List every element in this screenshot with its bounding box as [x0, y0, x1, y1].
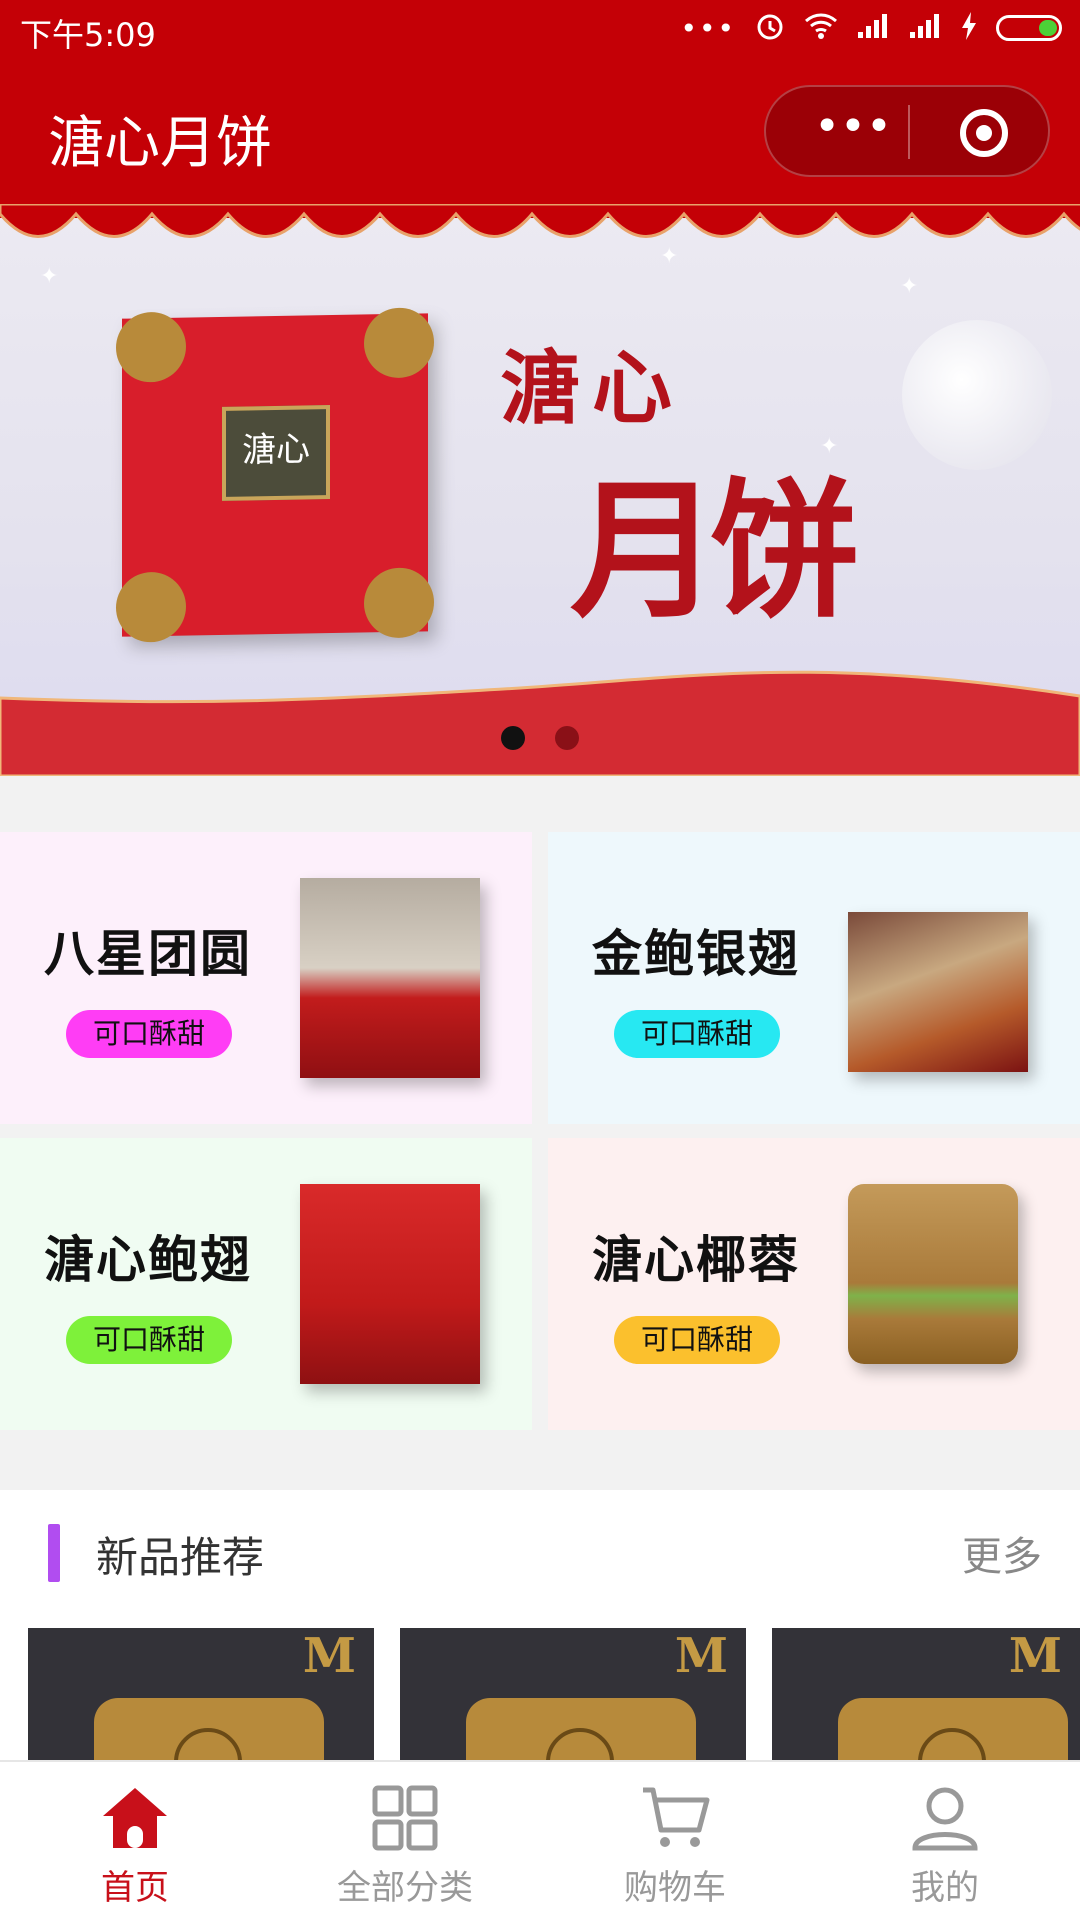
box-corner-decoration	[364, 307, 434, 379]
category-name: 溏心椰蓉	[592, 1231, 800, 1289]
product-box-image	[848, 912, 1028, 1072]
bottom-tab-bar: 首页 全部分类 购物车 我的	[0, 1760, 1080, 1922]
product-thumbnail[interactable]: M	[28, 1628, 374, 1760]
box-corner-decoration	[364, 567, 434, 639]
category-name: 金鲍银翅	[592, 925, 800, 983]
page-title: 溏心月饼	[48, 111, 272, 176]
category-card[interactable]: 溏心椰蓉 可口酥甜	[548, 1138, 1080, 1430]
section-title: 新品推荐	[96, 1533, 265, 1582]
category-name: 溏心鲍翅	[44, 1231, 252, 1289]
box-label: 溏心	[222, 405, 330, 501]
carousel-dot-active[interactable]	[501, 726, 526, 750]
moon-decoration	[902, 320, 1052, 470]
banner-carousel[interactable]: ✦ ✦ ✦ ✦ 溏心 溏心 月饼	[0, 204, 1080, 776]
user-icon	[912, 1787, 978, 1851]
box-corner-decoration	[116, 571, 186, 643]
thumb-decoration: M	[1008, 1628, 1062, 1684]
miniprogram-capsule: •••	[764, 85, 1050, 177]
tab-categories[interactable]: 全部分类	[270, 1762, 540, 1922]
tab-label: 我的	[911, 1868, 979, 1908]
alarm-icon	[754, 10, 786, 46]
signal-icon	[856, 12, 890, 44]
wifi-icon	[804, 12, 838, 44]
star-decoration: ✦	[660, 244, 679, 269]
carousel-dot[interactable]	[554, 726, 579, 750]
home-icon	[103, 1788, 167, 1848]
product-box-image	[848, 1184, 1018, 1364]
grid-icon	[372, 1785, 438, 1851]
category-card[interactable]: 八星团圆 可口酥甜	[0, 832, 532, 1124]
tab-label: 全部分类	[337, 1868, 473, 1908]
category-tag: 可口酥甜	[66, 1010, 232, 1058]
banner-wave	[0, 670, 1080, 776]
status-icons: •••	[680, 10, 1062, 46]
capsule-divider	[908, 105, 910, 159]
tab-label: 购物车	[624, 1868, 726, 1908]
tab-profile[interactable]: 我的	[810, 1762, 1080, 1922]
charging-icon	[960, 12, 978, 44]
new-products-section: 新品推荐 更多 M M M	[0, 1490, 1080, 1760]
category-tag: 可口酥甜	[614, 1010, 780, 1058]
cart-icon	[643, 1787, 710, 1847]
category-card[interactable]: 溏心鲍翅 可口酥甜	[0, 1138, 532, 1430]
product-thumbnail[interactable]: M	[400, 1628, 746, 1760]
product-box-image	[300, 878, 480, 1078]
signal-icon-2	[908, 12, 942, 44]
banner-giftbox-image: 溏心	[116, 307, 434, 643]
box-corner-decoration	[116, 311, 186, 383]
category-card[interactable]: 金鲍银翅 可口酥甜	[548, 832, 1080, 1124]
star-decoration: ✦	[40, 264, 59, 289]
banner-calligraphy: 溏心 月饼	[500, 324, 860, 647]
section-accent-bar	[48, 1524, 60, 1582]
carousel-indicator	[0, 726, 1080, 754]
tab-label: 首页	[101, 1868, 169, 1908]
star-decoration: ✦	[900, 274, 919, 299]
category-name: 八星团圆	[44, 925, 252, 983]
calligraphy-line1: 溏心	[500, 341, 684, 435]
more-link[interactable]: 更多	[962, 1524, 1042, 1582]
category-grid: 八星团圆 可口酥甜 金鲍银翅 可口酥甜 溏心鲍翅 可口酥甜 溏心椰蓉 可口酥甜	[0, 832, 1080, 1430]
category-tag: 可口酥甜	[614, 1316, 780, 1364]
mooncake-tin-image	[94, 1698, 324, 1760]
more-menu-icon[interactable]: •••	[798, 101, 908, 161]
tab-cart[interactable]: 购物车	[540, 1762, 810, 1922]
notification-dots-icon: •••	[680, 11, 736, 45]
mooncake-tin-image	[838, 1698, 1068, 1760]
battery-icon	[996, 15, 1062, 41]
thumb-decoration: M	[302, 1628, 356, 1684]
product-box-image	[300, 1184, 480, 1384]
thumb-decoration: M	[674, 1628, 728, 1684]
nav-bar: 溏心月饼 •••	[0, 58, 1080, 204]
status-time: 下午5:09	[20, 16, 156, 54]
product-thumbnail[interactable]: M	[772, 1628, 1080, 1760]
banner-scallop-border	[0, 204, 1080, 238]
category-tag: 可口酥甜	[66, 1316, 232, 1364]
status-bar: 下午5:09 •••	[0, 0, 1080, 58]
tab-home[interactable]: 首页	[0, 1762, 270, 1922]
calligraphy-line2: 月饼	[570, 463, 860, 639]
close-target-icon[interactable]	[960, 109, 1008, 157]
mooncake-tin-image	[466, 1698, 696, 1760]
